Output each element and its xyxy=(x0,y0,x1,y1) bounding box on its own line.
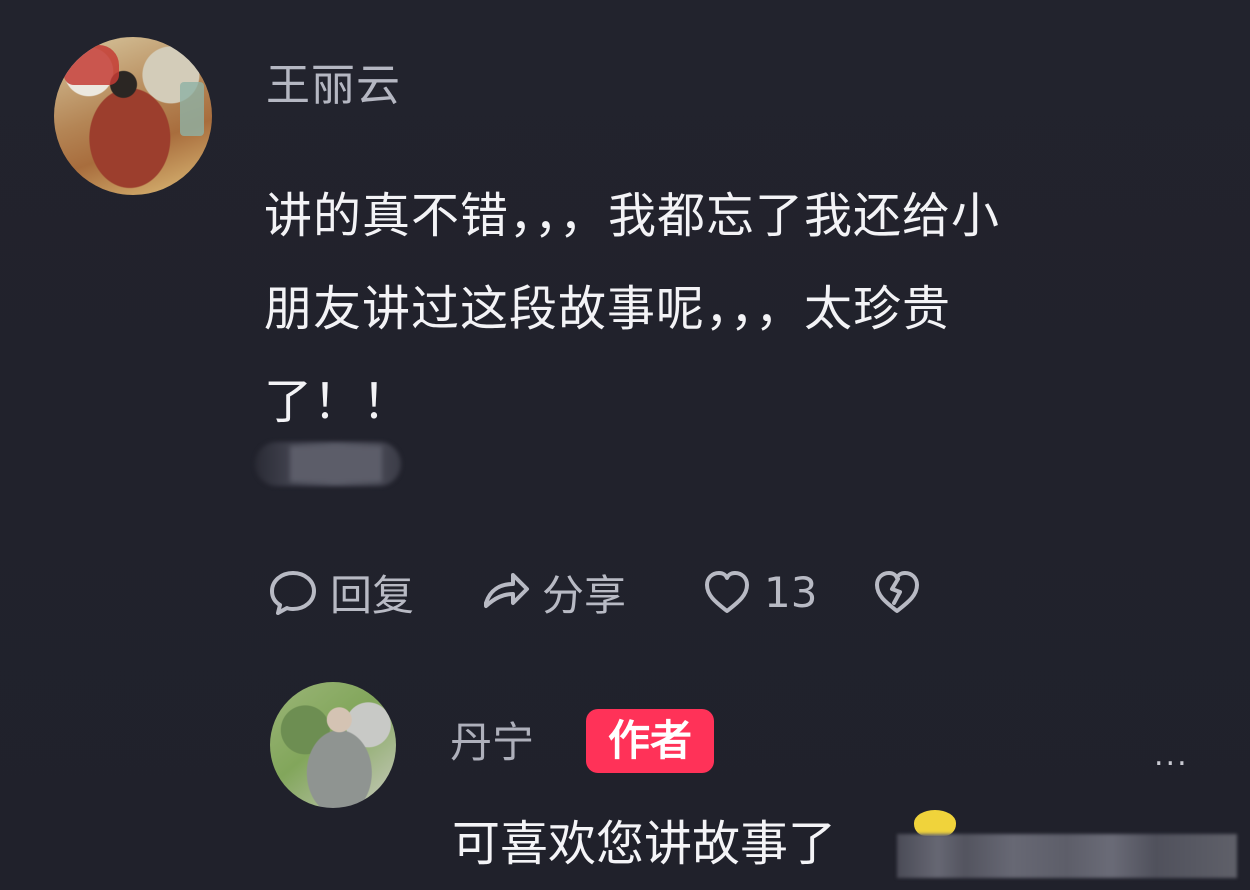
more-icon[interactable]: ... xyxy=(1154,741,1189,771)
share-button[interactable]: 分享 xyxy=(478,560,626,624)
reply-icon xyxy=(266,565,330,619)
share-label: 分享 xyxy=(542,570,627,620)
comment-action-bar: 回复 分享 13 xyxy=(266,560,946,624)
heart-icon xyxy=(700,565,764,619)
share-icon xyxy=(478,565,542,619)
like-count: 13 xyxy=(764,567,818,617)
dislike-button[interactable] xyxy=(870,560,934,624)
reply-label: 回复 xyxy=(330,570,415,620)
comment-thread-screen: 王丽云 讲的真不错，，，我都忘了我还给小 朋友讲过这段故事呢，，，太珍贵 了！！… xyxy=(0,0,1250,890)
comment-line-3: 了！！ xyxy=(264,374,412,430)
blurred-attachment xyxy=(255,442,401,486)
comment-line-1: 讲的真不错，，，我都忘了我还给小 xyxy=(264,188,1001,244)
emoji-icon xyxy=(914,810,956,836)
reply-button[interactable]: 回复 xyxy=(266,560,414,624)
reply-author-avatar[interactable] xyxy=(270,682,396,808)
commenter-name[interactable]: 王丽云 xyxy=(266,59,401,113)
like-button[interactable]: 13 xyxy=(700,560,817,624)
reply-author-name[interactable]: 丹宁 xyxy=(450,717,534,769)
blurred-reply-content xyxy=(897,834,1237,878)
commenter-avatar[interactable] xyxy=(54,37,212,195)
reply-body: 可喜欢您讲故事了 xyxy=(452,816,837,872)
author-badge: 作者 xyxy=(586,709,714,773)
comment-body: 讲的真不错，，，我都忘了我还给小 朋友讲过这段故事呢，，，太珍贵 了！！ xyxy=(264,170,1184,449)
comment-line-2: 朋友讲过这段故事呢，，，太珍贵 xyxy=(264,281,952,337)
broken-heart-icon xyxy=(870,565,934,619)
